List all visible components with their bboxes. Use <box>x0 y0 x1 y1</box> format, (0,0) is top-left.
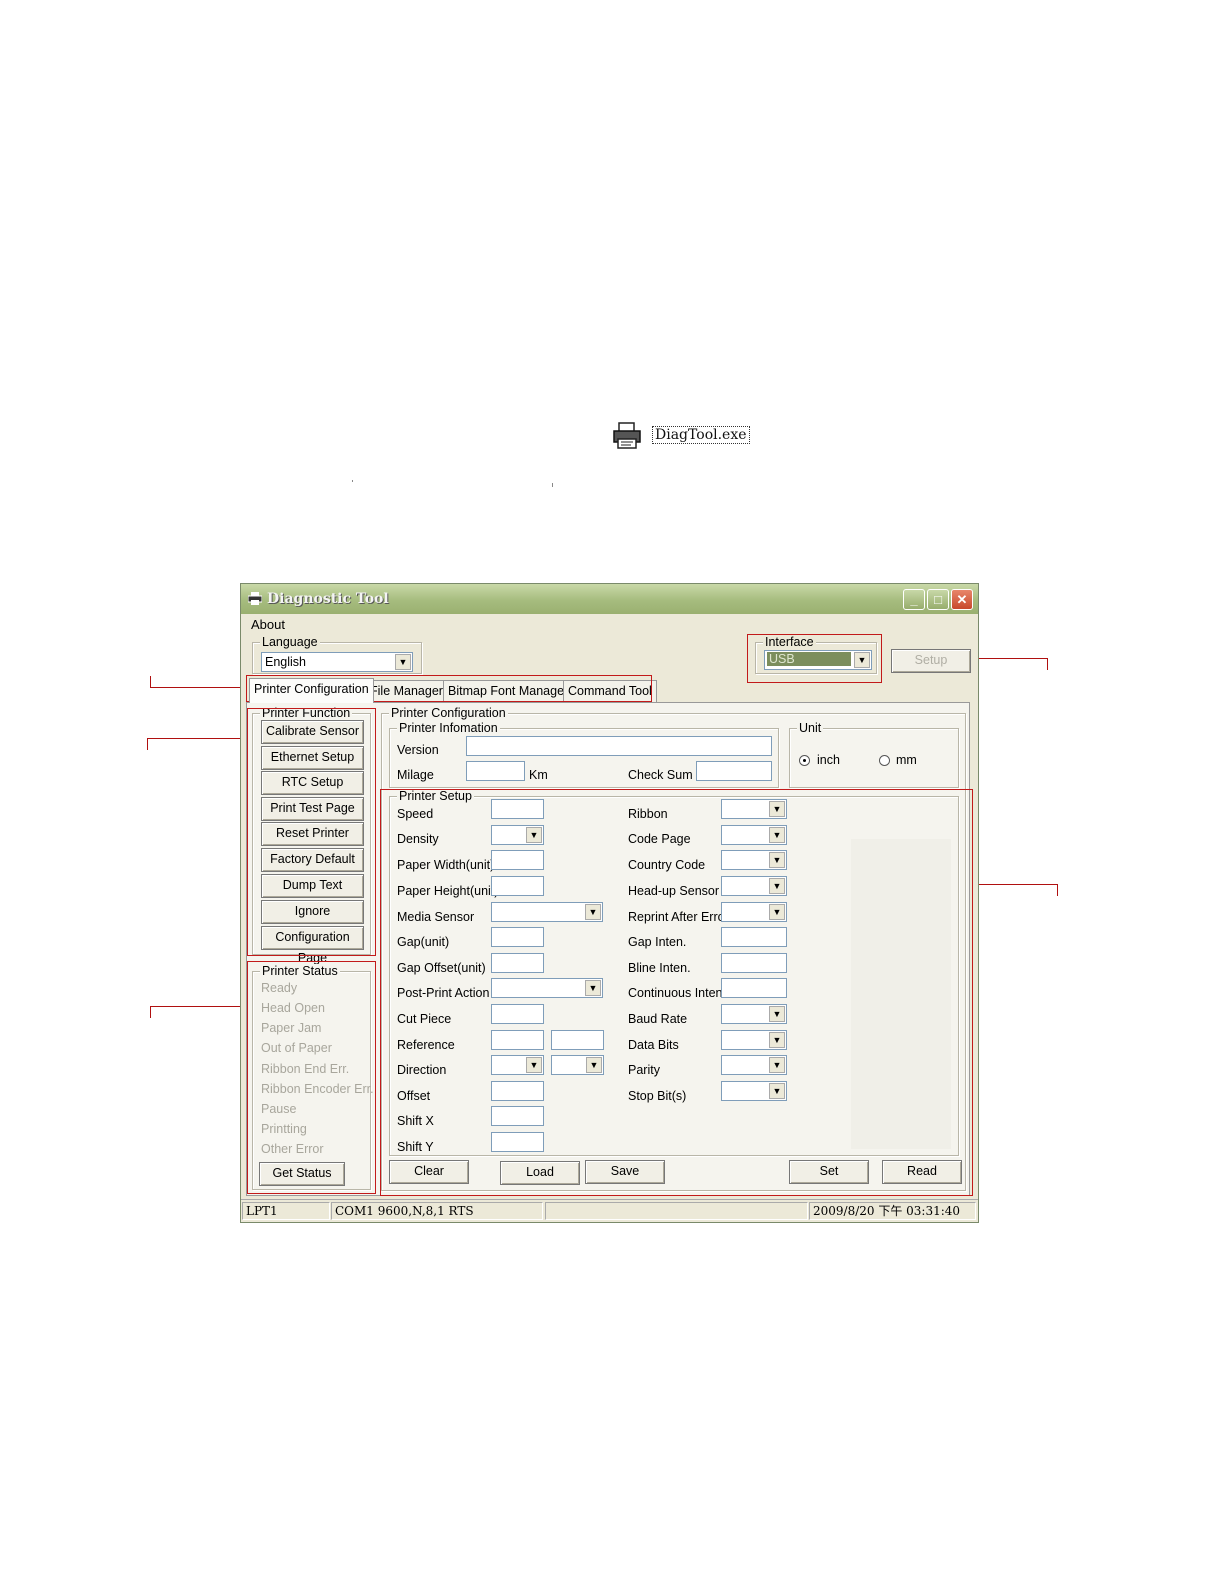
milage-unit: Km <box>529 768 548 782</box>
callout-printer-setup <box>973 884 1058 896</box>
callout-tabs <box>150 676 246 688</box>
status-bar: LPT1 COM1 9600,N,8,1 RTS 2009/8/20 下午 03… <box>241 1199 978 1222</box>
printer-information-legend: Printer Infomation <box>397 721 500 735</box>
checksum-label: Check Sum <box>628 768 693 782</box>
desktop-icon-diagtool[interactable]: DiagTool.exe <box>612 422 752 452</box>
stray-mark <box>352 480 353 482</box>
version-label: Version <box>397 743 439 757</box>
diagnostic-tool-window: Diagnostic Tool _ □ ✕ About Language Eng… <box>240 583 979 1223</box>
milage-field[interactable] <box>466 761 525 781</box>
highlight-printer-status <box>247 961 376 1194</box>
language-value: English <box>265 655 306 669</box>
version-field[interactable] <box>466 736 772 756</box>
milage-label: Milage <box>397 768 434 782</box>
unit-group: Unit <box>789 721 959 788</box>
language-select[interactable]: English ▼ <box>261 652 413 672</box>
status-datetime: 2009/8/20 下午 03:31:40 <box>809 1202 976 1220</box>
status-port: LPT1 <box>242 1202 330 1220</box>
maximize-button[interactable]: □ <box>927 589 949 610</box>
window-title: Diagnostic Tool <box>267 591 389 607</box>
close-icon: ✕ <box>956 592 968 607</box>
printer-icon <box>613 422 641 449</box>
status-com-settings: COM1 9600,N,8,1 RTS <box>331 1202 543 1220</box>
unit-inch-label: inch <box>817 753 840 767</box>
callout-printer-status <box>150 1006 246 1018</box>
maximize-icon: □ <box>934 592 942 607</box>
stray-mark <box>552 483 553 487</box>
unit-legend: Unit <box>797 721 824 735</box>
highlight-printer-setup <box>380 789 973 1196</box>
printer-configuration-legend: Printer Configuration <box>389 706 508 720</box>
highlight-printer-function <box>247 708 376 956</box>
unit-mm-radio[interactable] <box>879 755 890 766</box>
minimize-icon: _ <box>910 592 918 607</box>
callout-printer-function <box>147 738 247 750</box>
setup-button[interactable]: Setup <box>891 649 971 673</box>
checksum-field[interactable] <box>696 761 772 781</box>
language-legend: Language <box>260 635 320 649</box>
status-empty <box>545 1202 808 1220</box>
tab-printer-configuration[interactable]: Printer Configuration <box>249 678 374 703</box>
minimize-button[interactable]: _ <box>903 589 925 610</box>
menu-about[interactable]: About <box>251 617 285 632</box>
unit-mm-label: mm <box>896 753 917 767</box>
printer-icon <box>248 592 262 605</box>
unit-inch-radio[interactable] <box>799 755 810 766</box>
desktop-icon-label: DiagTool.exe <box>652 426 750 444</box>
chevron-down-icon[interactable]: ▼ <box>395 654 411 670</box>
language-group: Language English ▼ <box>252 635 422 674</box>
highlight-interface <box>747 634 882 683</box>
title-bar[interactable]: Diagnostic Tool _ □ ✕ <box>241 584 978 614</box>
close-button[interactable]: ✕ <box>951 589 973 610</box>
